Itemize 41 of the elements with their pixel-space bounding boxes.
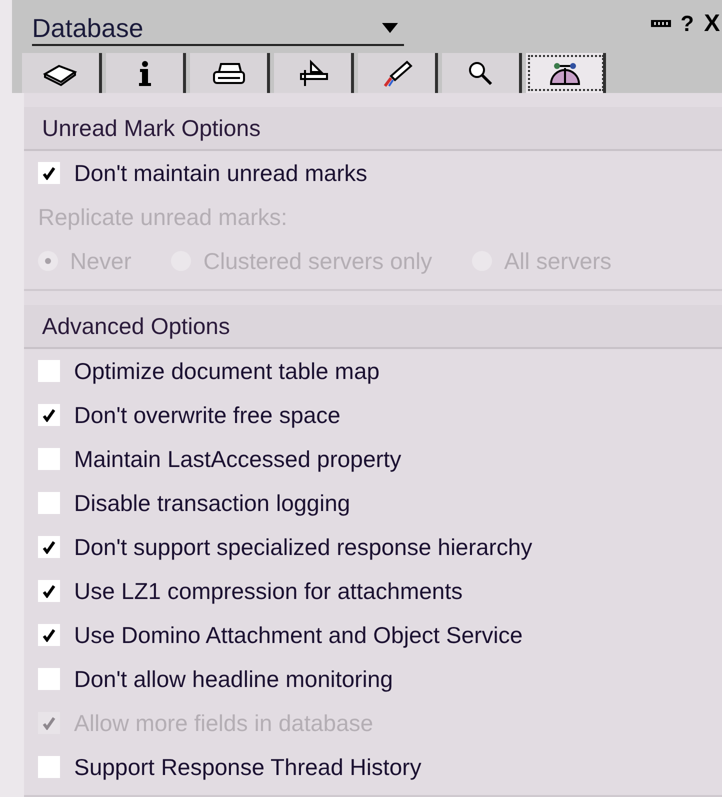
checkbox-label: Optimize document table map (74, 356, 380, 386)
checkbox[interactable] (38, 668, 60, 690)
section-header: Advanced Options (24, 305, 722, 349)
checkmark-icon (42, 584, 56, 598)
tab[interactable] (190, 53, 270, 93)
checkbox-label: Use LZ1 compression for attachments (74, 576, 463, 606)
tab[interactable] (106, 53, 186, 93)
checkbox[interactable] (38, 756, 60, 778)
checkbox-label: Support Response Thread History (74, 752, 422, 782)
checkbox-label: Maintain LastAccessed property (74, 444, 402, 474)
tab[interactable] (22, 53, 102, 93)
dropdown-arrow-icon (382, 23, 398, 33)
checkbox-label: Don't support specialized response hierarchy (74, 532, 532, 562)
checkbox-label: Don't maintain unread marks (74, 158, 368, 188)
help-button[interactable]: ? (680, 13, 694, 35)
checkbox-label: Don't overwrite free space (74, 400, 340, 430)
checkmark-icon (42, 716, 56, 730)
close-button[interactable]: X (704, 12, 720, 36)
checkbox-label: Don't allow headline monitoring (74, 664, 393, 694)
checkbox[interactable] (38, 448, 60, 470)
checkbox[interactable] (38, 492, 60, 514)
tab[interactable] (526, 53, 606, 93)
minimize-icon[interactable] (650, 20, 671, 28)
tab[interactable] (274, 53, 354, 93)
checkmark-icon (42, 628, 56, 642)
checkmark-icon (42, 408, 56, 422)
checkbox[interactable] (38, 624, 60, 646)
checkbox[interactable] (38, 404, 60, 426)
checkbox-label: Use Domino Attachment and Object Service (74, 620, 523, 650)
checkbox[interactable] (38, 360, 60, 382)
tab[interactable] (442, 53, 522, 93)
checkbox[interactable] (38, 580, 60, 602)
checkmark-icon (42, 166, 56, 180)
section-header: Unread Mark Options (24, 107, 722, 151)
info-icon (138, 60, 150, 86)
checkbox[interactable] (38, 162, 60, 184)
checkbox[interactable] (38, 536, 60, 558)
tab[interactable] (358, 53, 438, 93)
checkmark-icon (42, 540, 56, 554)
checkbox-label: Disable transaction logging (74, 488, 350, 518)
database-dropdown[interactable]: Database (32, 12, 404, 46)
